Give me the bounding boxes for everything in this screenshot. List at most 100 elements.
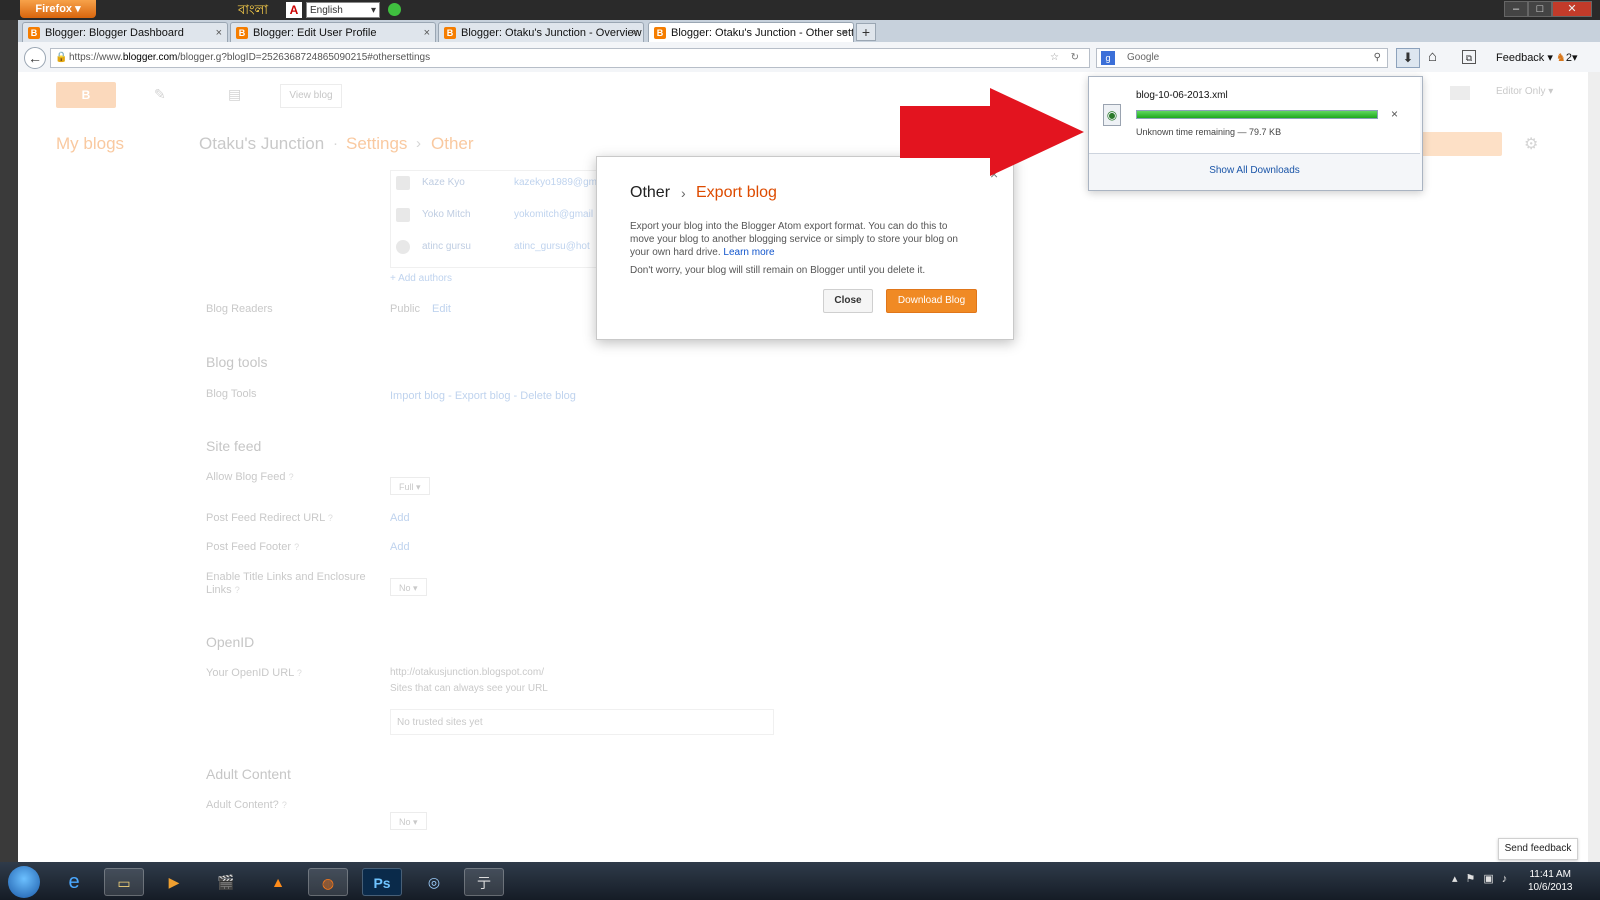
tab-overview[interactable]: B Blogger: Otaku's Junction - Overview × [438,22,644,42]
import-blog-link[interactable]: Import blog [390,390,445,402]
blog-tools-heading: Blog tools [206,354,268,370]
bengali-keyboard-label: বাংলা [238,2,269,17]
help-icon[interactable]: ? [297,668,302,678]
breadcrumb-settings[interactable]: Settings [346,134,407,154]
help-icon[interactable]: ? [294,542,299,552]
file-explorer-icon[interactable]: ▭ [104,868,144,896]
addon-badge[interactable]: ♞2▾ [1556,51,1578,64]
start-button[interactable] [8,866,40,898]
firefox-taskbar-icon[interactable]: ◍ [308,868,348,896]
author-avatar [396,240,410,254]
add-authors-link[interactable]: + Add authors [390,273,452,284]
editor-only-menu[interactable]: Editor Only ▾ [1496,86,1553,97]
media-player-icon[interactable]: ▶ [154,868,194,896]
app-icon[interactable]: 亍 [464,868,504,896]
title-links-value: No [399,583,411,593]
author-name[interactable]: Kaze Kyo [422,177,465,188]
show-all-downloads-link[interactable]: Show All Downloads [1088,165,1421,176]
network-globe-icon[interactable]: ◎ [414,868,454,896]
page-scrollbar[interactable] [1588,72,1600,862]
gear-icon[interactable]: ⚙ [1524,134,1538,154]
blog-readers-edit-link[interactable]: Edit [432,303,451,315]
url-bar[interactable]: 🔒 https://www.blogger.com/blogger.g?blog… [50,48,1090,68]
tab-close-icon[interactable]: × [842,23,848,42]
search-icon[interactable]: ⚲ [1374,49,1381,67]
posts-list-icon[interactable]: ▤ [228,86,241,103]
breadcrumb-blog-name[interactable]: Otaku's Junction [199,134,324,154]
dialog-note: Don't worry, your blog will still remain… [630,265,926,276]
help-icon[interactable]: ? [282,800,287,810]
photoshop-icon[interactable]: Ps [362,868,402,896]
cancel-download-icon[interactable]: × [1391,107,1398,121]
author-name[interactable]: atinc gursu [422,241,471,252]
editor-avatar-icon [1450,86,1470,100]
learn-more-link[interactable]: Learn more [723,247,774,258]
my-blogs-link[interactable]: My blogs [56,134,124,154]
title-links-select[interactable]: No ▾ [390,578,427,596]
red-arrow-annotation [900,88,1084,176]
media-player-classic-icon[interactable]: 🎬 [206,868,246,896]
author-name[interactable]: Yoko Mitch [422,209,471,220]
firefox-menu-button[interactable]: Firefox ▾ [20,0,96,18]
tab-edit-user-profile[interactable]: B Blogger: Edit User Profile × [230,22,436,42]
allow-blog-feed-select[interactable]: Full ▾ [390,477,430,495]
post-feed-footer-add[interactable]: Add [390,541,410,553]
tab-other-settings[interactable]: B Blogger: Otaku's Junction - Other sett.… [648,22,854,42]
google-engine-icon[interactable]: g [1101,51,1115,65]
reload-icon[interactable]: ↻ [1071,49,1079,67]
bookmark-star-icon[interactable]: ☆ [1050,49,1059,67]
help-icon[interactable]: ? [235,585,240,595]
tab-close-icon[interactable]: × [216,23,222,42]
title-links-label: Enable Title Links and Enclosure Links ? [206,571,366,597]
post-feed-redirect-add[interactable]: Add [390,512,410,524]
downloads-button[interactable]: ⬇ [1396,48,1420,68]
save-settings-button[interactable] [1420,132,1502,156]
tab-close-icon[interactable]: × [632,23,638,42]
breadcrumb-separator: › [416,135,421,152]
dialog-title-separator: › [681,185,686,201]
blog-tools-label: Blog Tools [206,388,257,400]
internet-explorer-icon[interactable]: e [54,868,94,896]
help-icon[interactable]: ? [328,513,333,523]
delete-blog-link[interactable]: Delete blog [520,390,576,402]
vlc-icon[interactable]: ▲ [258,868,298,896]
allow-blog-feed-text: Allow Blog Feed [206,471,286,483]
maximize-button[interactable]: □ [1528,1,1552,17]
export-blog-link[interactable]: Export blog [455,390,511,402]
home-icon[interactable]: ⌂ [1428,48,1437,65]
send-feedback-button[interactable]: Send feedback [1498,838,1578,860]
download-blog-button[interactable]: Download Blog [886,289,977,313]
pencil-icon[interactable]: ✎ [154,86,166,103]
title-links-text-1: Enable Title Links and Enclosure [206,571,366,583]
download-arrow-icon: ⬇ [1402,50,1414,65]
language-select[interactable]: English ▾ [306,2,380,18]
tab-close-icon[interactable]: × [424,23,430,42]
addon-icon[interactable]: ⧉ [1462,50,1476,64]
tab-blogger-dashboard[interactable]: B Blogger: Blogger Dashboard × [22,22,228,42]
blogger-favicon-icon: B [654,27,666,39]
feedback-button[interactable]: Feedback ▾ [1496,51,1553,64]
search-input[interactable]: g Google ⚲ [1096,48,1388,68]
back-button[interactable]: ← [24,47,46,69]
author-email: atinc_gursu@hot [514,241,590,252]
adult-content-label: Adult Content? ? [206,799,287,811]
chevron-down-icon: ▾ [370,5,376,16]
post-feed-redirect-label: Post Feed Redirect URL ? [206,512,333,524]
editor-only-label: Editor Only [1496,86,1546,97]
dialog-body-text: Export your blog into the Blogger Atom e… [630,221,958,258]
close-button[interactable]: Close [823,289,873,313]
adobe-icon[interactable]: A [286,2,302,18]
tray-clock[interactable]: 11:41 AM 10/6/2013 [1528,868,1573,894]
window-close-button[interactable]: ✕ [1552,1,1592,17]
openid-url-value: http://otakusjunction.blogspot.com/ [390,667,544,678]
help-icon[interactable]: ? [289,472,294,482]
openid-url-label: Your OpenID URL ? [206,667,302,679]
new-tab-button[interactable]: + [856,23,876,41]
minimize-button[interactable]: – [1504,1,1528,17]
badge-count: 2 [1565,52,1572,64]
view-blog-button[interactable]: View blog [280,84,342,108]
system-tray-icons[interactable]: ▴⚑▣♪ [1452,872,1515,885]
author-avatar [396,176,410,190]
adult-content-select[interactable]: No ▾ [390,812,427,830]
blogger-logo-button[interactable]: B [56,82,116,108]
